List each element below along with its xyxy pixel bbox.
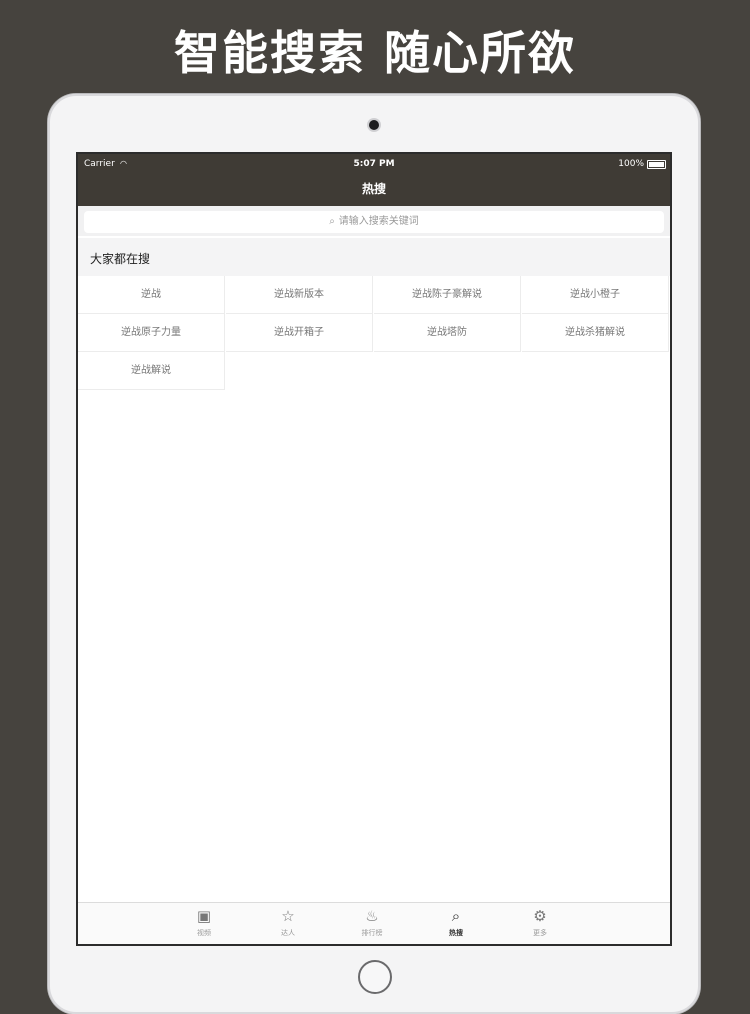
- search-input[interactable]: ⌕ 请输入搜索关键词: [84, 211, 664, 233]
- hot-keyword-item[interactable]: 逆战小橙子: [522, 276, 669, 314]
- tab-hot-search[interactable]: ⌕ 热搜: [414, 903, 498, 944]
- flame-icon: ♨: [365, 907, 379, 925]
- section-header: 大家都在搜: [78, 238, 670, 276]
- battery-icon: [647, 160, 666, 169]
- status-bar: Carrier ◠ 5:07 PM 100%: [78, 154, 670, 174]
- tab-label: 排行榜: [361, 929, 383, 937]
- search-icon: ⌕: [329, 216, 335, 227]
- tab-label: 视频: [197, 929, 211, 937]
- search-icon: ⌕: [451, 907, 461, 925]
- hot-keyword-item[interactable]: 逆战解说: [78, 352, 225, 390]
- hot-keyword-item[interactable]: 逆战陈子豪解说: [374, 276, 521, 314]
- app-screen: Carrier ◠ 5:07 PM 100% 热搜 ⌕ 请输入搜索关键词 大家都在…: [78, 154, 670, 944]
- battery-percentage: 100%: [618, 159, 644, 169]
- tab-bar: ▣ 视频 ☆ 达人 ♨ 排行榜 ⌕ 热搜 ⚙ 更多: [78, 902, 670, 944]
- promo-headline: 智能搜索 随心所欲: [173, 26, 576, 80]
- home-button[interactable]: [358, 960, 392, 994]
- hot-keyword-item[interactable]: 逆战开箱子: [226, 314, 373, 352]
- tab-ranking[interactable]: ♨ 排行榜: [330, 903, 414, 944]
- tab-more[interactable]: ⚙ 更多: [498, 903, 582, 944]
- camera-dot: [369, 120, 379, 130]
- tab-experts[interactable]: ☆ 达人: [246, 903, 330, 944]
- ipad-frame: Carrier ◠ 5:07 PM 100% 热搜 ⌕ 请输入搜索关键词 大家都在…: [48, 94, 700, 1014]
- star-icon: ☆: [281, 907, 295, 925]
- status-time: 5:07 PM: [353, 159, 395, 169]
- section-title: 大家都在搜: [90, 252, 151, 266]
- page-title: 热搜: [361, 182, 386, 196]
- hot-keyword-item[interactable]: 逆战塔防: [374, 314, 521, 352]
- video-icon: ▣: [196, 907, 212, 925]
- search-bar: ⌕ 请输入搜索关键词: [78, 206, 670, 236]
- tab-video[interactable]: ▣ 视频: [162, 903, 246, 944]
- search-placeholder: 请输入搜索关键词: [338, 216, 419, 227]
- hot-keyword-item[interactable]: 逆战原子力量: [78, 314, 225, 352]
- hot-keyword-item[interactable]: 逆战: [78, 276, 225, 314]
- tab-label: 更多: [533, 929, 547, 937]
- hot-keyword-item[interactable]: 逆战杀猪解说: [522, 314, 669, 352]
- hot-keyword-item[interactable]: 逆战新版本: [226, 276, 373, 314]
- navigation-bar: Carrier ◠ 5:07 PM 100% 热搜: [78, 154, 670, 206]
- gear-icon: ⚙: [533, 907, 547, 925]
- tab-label: 热搜: [449, 929, 463, 937]
- tab-label: 达人: [281, 929, 295, 937]
